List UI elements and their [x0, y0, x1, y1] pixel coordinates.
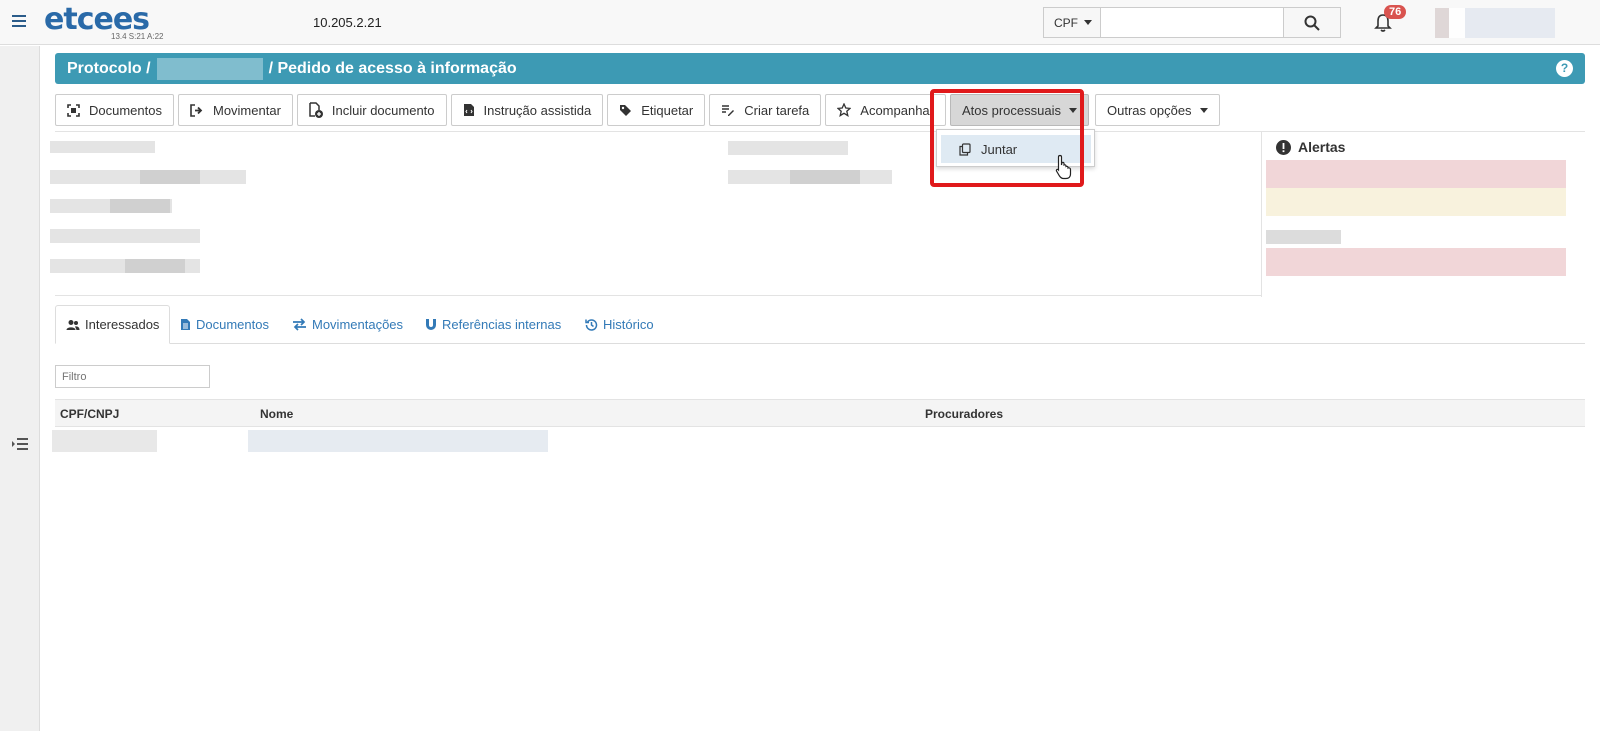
user-menu[interactable] [1435, 8, 1555, 38]
tab-documentos-label: Documentos [196, 317, 269, 332]
search-type-select[interactable]: CPF [1044, 8, 1101, 37]
atos-processuais-dropdown-button[interactable]: Atos processuais [950, 94, 1089, 126]
criar-tarefa-button[interactable]: Criar tarefa [709, 94, 822, 126]
history-icon [585, 319, 598, 331]
search-box: CPF [1043, 7, 1341, 38]
movimentar-label: Movimentar [212, 102, 281, 118]
exchange-icon [293, 318, 306, 331]
task-edit-icon [722, 104, 735, 116]
tab-movimentacoes-label: Movimentações [312, 317, 404, 332]
caret-down-icon [1069, 107, 1077, 113]
tab-interessados[interactable]: Interessados [55, 305, 171, 344]
magnet-icon [426, 319, 436, 330]
alerts-panel: Alertas [1261, 132, 1585, 297]
left-sidebar-rail [0, 46, 40, 731]
acompanhar-label: Acompanhar [860, 102, 934, 118]
column-header-cpf-cnpj[interactable]: CPF/CNPJ [60, 407, 119, 421]
criar-tarefa-label: Criar tarefa [744, 102, 810, 118]
search-type-label: CPF [1054, 15, 1078, 30]
exclamation-circle-icon [1276, 139, 1291, 155]
alerts-title: Alertas [1276, 139, 1345, 155]
hand-pointer-cursor-icon [1055, 154, 1072, 180]
file-text-icon [181, 319, 190, 330]
instrucao-assistida-button[interactable]: Instrução assistida [450, 94, 604, 126]
table-header: CPF/CNPJ Nome Procuradores [55, 399, 1585, 427]
notification-badge: 76 [1384, 5, 1407, 19]
frame-icon [67, 103, 80, 117]
copy-icon [959, 142, 971, 156]
hamburger-menu-icon[interactable] [12, 12, 26, 30]
users-icon [66, 319, 80, 330]
page-title-bar: Protocolo / / Pedido de acesso à informa… [55, 53, 1585, 84]
search-button[interactable] [1282, 8, 1340, 37]
caret-down-icon [1084, 20, 1092, 25]
tab-referencias-internas[interactable]: Referências internas [425, 305, 561, 344]
search-icon [1304, 15, 1320, 31]
sign-out-icon [190, 103, 203, 117]
tab-historico[interactable]: Histórico [585, 305, 654, 344]
menu-item-juntar-label: Juntar [981, 141, 1018, 157]
expand-sidebar-icon[interactable] [11, 437, 29, 451]
etiquetar-label: Etiquetar [641, 102, 694, 118]
documentos-label: Documentos [89, 102, 162, 118]
divider [55, 295, 1261, 296]
incluir-documento-button[interactable]: Incluir documento [296, 94, 447, 126]
app-version: 13.4 S:21 A:22 [111, 32, 164, 41]
file-plus-icon [309, 102, 323, 118]
file-code-icon [463, 104, 474, 116]
help-icon[interactable]: ? [1556, 60, 1573, 77]
outras-opcoes-dropdown-button[interactable]: Outras opções [1095, 94, 1220, 126]
tab-movimentacoes[interactable]: Movimentações [292, 305, 403, 344]
tab-documentos[interactable]: Documentos [180, 305, 269, 344]
title-suffix: / Pedido de acesso à informação [268, 59, 517, 77]
column-header-procuradores[interactable]: Procuradores [925, 407, 1003, 421]
tab-historico-label: Histórico [603, 317, 654, 332]
atos-processuais-label: Atos processuais [962, 102, 1061, 118]
tab-referencias-internas-label: Referências internas [442, 317, 562, 332]
tag-icon [620, 104, 632, 116]
title-prefix: Protocolo / [67, 59, 151, 77]
outras-opcoes-label: Outras opções [1107, 102, 1192, 118]
filter-input[interactable] [55, 365, 210, 388]
incluir-documento-label: Incluir documento [331, 102, 435, 118]
tab-interessados-label: Interessados [85, 317, 160, 332]
top-navbar: etcees 13.4 S:21 A:22 10.205.2.21 CPF 76 [0, 0, 1600, 45]
etiquetar-button[interactable]: Etiquetar [607, 94, 706, 126]
alerts-title-label: Alertas [1298, 139, 1346, 155]
search-input[interactable] [1100, 8, 1283, 37]
instrucao-assistida-label: Instrução assistida [483, 102, 592, 118]
tab-bar: Interessados Documentos Movimentações Re… [55, 305, 1585, 344]
action-toolbar: Documentos Movimentar Incluir documento … [55, 94, 1220, 126]
acompanhar-button[interactable]: Acompanhar [825, 94, 946, 126]
movimentar-button[interactable]: Movimentar [177, 94, 293, 126]
caret-down-icon [1199, 107, 1208, 113]
documentos-button[interactable]: Documentos [55, 94, 174, 126]
star-icon [837, 103, 852, 117]
server-ip: 10.205.2.21 [313, 15, 382, 30]
column-header-nome[interactable]: Nome [260, 407, 293, 421]
protocol-number-redacted [156, 57, 263, 80]
